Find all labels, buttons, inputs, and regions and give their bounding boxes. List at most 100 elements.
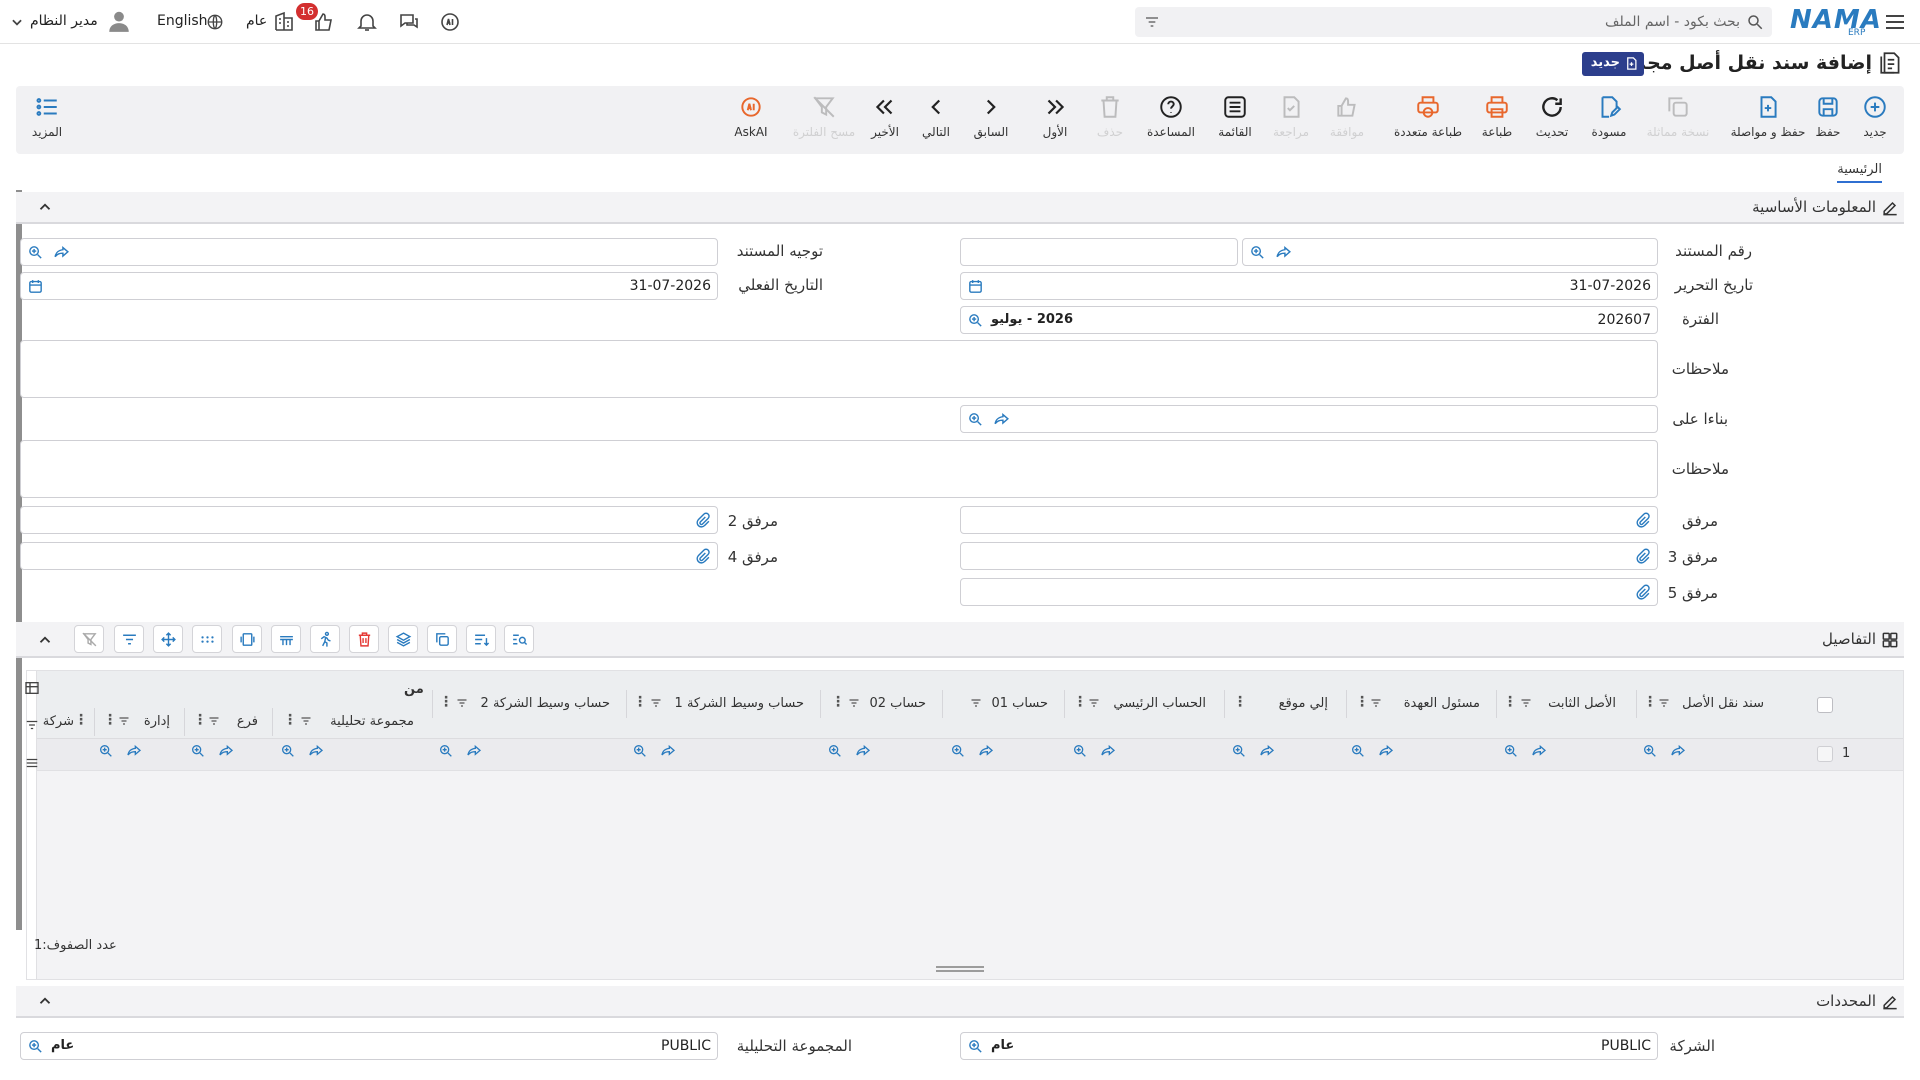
attachment4-field[interactable] (20, 542, 718, 570)
column-header-asset-transfer[interactable]: سند نقل الأصل ⋮ (1636, 690, 1778, 718)
lookup-icon[interactable] (98, 743, 114, 759)
share-icon[interactable] (993, 411, 1010, 428)
globe-icon[interactable] (206, 13, 224, 31)
share-icon[interactable] (126, 743, 142, 759)
attachment-field[interactable] (960, 506, 1658, 534)
column-menu-icon[interactable]: ⋮ (1355, 694, 1369, 710)
lookup-icon[interactable] (1072, 743, 1088, 759)
lookup-icon[interactable] (967, 1038, 984, 1055)
share-icon[interactable] (1531, 743, 1547, 759)
chat-icon[interactable] (397, 10, 421, 34)
duplicate-button[interactable]: نسخة مماثلة (1642, 94, 1714, 150)
column-header-company[interactable]: شركة ⋮ (42, 708, 94, 736)
paperclip-icon[interactable] (694, 512, 711, 529)
grid-layers-button[interactable] (388, 625, 418, 653)
doc-direction-field[interactable] (20, 238, 718, 266)
share-icon[interactable] (53, 244, 70, 261)
actual-date-field[interactable]: 31-07-2026 (20, 272, 718, 300)
column-header-custodian[interactable]: مسئول العهدة ⋮ (1346, 690, 1496, 718)
share-icon[interactable] (1670, 743, 1686, 759)
column-filter-icon[interactable] (847, 697, 861, 709)
lookup-icon[interactable] (27, 244, 44, 261)
column-filter-icon[interactable] (1657, 697, 1671, 709)
user-name[interactable]: مدير النظام (30, 13, 98, 29)
column-header-department[interactable]: إدارة ⋮ (94, 708, 184, 736)
column-menu-icon[interactable]: ⋮ (633, 694, 647, 710)
edit-date-field[interactable]: 31-07-2026 (960, 272, 1658, 300)
row-filter-icon[interactable] (24, 718, 40, 732)
chevron-up-icon[interactable] (36, 992, 54, 1010)
column-header-to-location[interactable]: إلي موقع ⋮ (1224, 690, 1346, 718)
lookup-icon[interactable] (1642, 743, 1658, 759)
determinants-header[interactable]: المحددات (16, 986, 1904, 1018)
bell-icon[interactable] (355, 10, 379, 34)
share-icon[interactable] (978, 743, 994, 759)
lookup-icon[interactable] (1231, 743, 1247, 759)
column-filter-icon[interactable] (117, 715, 131, 727)
notes2-textarea[interactable] (20, 440, 1658, 498)
grid-clear-filter-button[interactable] (74, 625, 104, 653)
period-field[interactable]: 202607 2026 - يوليو (960, 306, 1658, 334)
help-button[interactable]: المساعدة (1142, 94, 1200, 150)
share-icon[interactable] (1378, 743, 1394, 759)
column-header-main-account[interactable]: الحساب الرئيسي ⋮ (1064, 690, 1224, 718)
first-button[interactable]: الأول (1026, 94, 1084, 150)
list-button[interactable]: القائمة (1206, 94, 1264, 150)
attachment5-field[interactable] (960, 578, 1658, 606)
share-icon[interactable] (218, 743, 234, 759)
grid-delete-button[interactable] (349, 625, 379, 653)
lookup-icon[interactable] (438, 743, 454, 759)
ai-assistant-icon[interactable] (438, 10, 462, 34)
column-menu-icon[interactable]: ⋮ (1233, 694, 1247, 710)
paperclip-icon[interactable] (694, 548, 711, 565)
last-button[interactable]: الأخير (856, 94, 914, 150)
save-continue-button[interactable]: حفظ و مواصلة (1728, 94, 1808, 150)
lookup-icon[interactable] (1350, 743, 1366, 759)
column-menu-icon[interactable]: ⋮ (283, 712, 297, 728)
row-checkbox[interactable] (1817, 746, 1833, 762)
building-icon[interactable] (272, 10, 296, 34)
column-filter-icon[interactable] (299, 715, 313, 727)
column-menu-icon[interactable]: ⋮ (1643, 694, 1657, 710)
column-header-account-01[interactable]: حساب 01 (942, 690, 1064, 718)
notes-textarea[interactable] (20, 340, 1658, 398)
delete-button[interactable]: حذف (1081, 94, 1139, 150)
paperclip-icon[interactable] (1634, 548, 1651, 565)
column-filter-icon[interactable] (969, 697, 983, 709)
multi-print-button[interactable]: طباعة متعددة (1388, 94, 1468, 150)
more-button[interactable]: المزيد (18, 94, 76, 150)
avatar-icon[interactable] (106, 8, 132, 34)
share-icon[interactable] (466, 743, 482, 759)
column-filter-icon[interactable] (649, 697, 663, 709)
chevron-down-icon[interactable] (10, 15, 24, 29)
calendar-icon[interactable] (967, 278, 984, 295)
share-icon[interactable] (1100, 743, 1116, 759)
based-on-field[interactable] (960, 405, 1658, 433)
grid-sort-button[interactable] (466, 625, 496, 653)
chevron-up-icon[interactable] (36, 631, 54, 649)
column-header-branch[interactable]: فرع ⋮ (184, 708, 272, 736)
column-menu-icon[interactable]: ⋮ (439, 694, 453, 710)
paperclip-icon[interactable] (1634, 584, 1651, 601)
clear-filter-button[interactable]: مسح الفلترة (788, 94, 860, 150)
doc-number-field[interactable] (1242, 238, 1658, 266)
lookup-icon[interactable] (967, 411, 984, 428)
approve-button[interactable]: موافقة (1318, 94, 1376, 150)
grid-resize-handle[interactable] (936, 966, 984, 972)
analytic-group-field[interactable]: PUBLIC عام (20, 1032, 718, 1060)
lookup-icon[interactable] (1249, 244, 1266, 261)
grid-columns-button[interactable] (232, 625, 262, 653)
search-icon[interactable] (1746, 13, 1764, 31)
search-input[interactable] (1202, 7, 1742, 37)
language-switch[interactable]: English (157, 13, 208, 29)
company-field[interactable]: PUBLIC عام (960, 1032, 1658, 1060)
column-header-account-02[interactable]: حساب 02 ⋮ (820, 690, 942, 718)
calendar-icon[interactable] (27, 278, 44, 295)
grid-table-button[interactable] (271, 625, 301, 653)
grid-run-button[interactable] (310, 625, 340, 653)
column-filter-icon[interactable] (455, 697, 469, 709)
row-menu-icon[interactable] (24, 756, 40, 770)
attachment3-field[interactable] (960, 542, 1658, 570)
share-icon[interactable] (660, 743, 676, 759)
lookup-icon[interactable] (827, 743, 843, 759)
